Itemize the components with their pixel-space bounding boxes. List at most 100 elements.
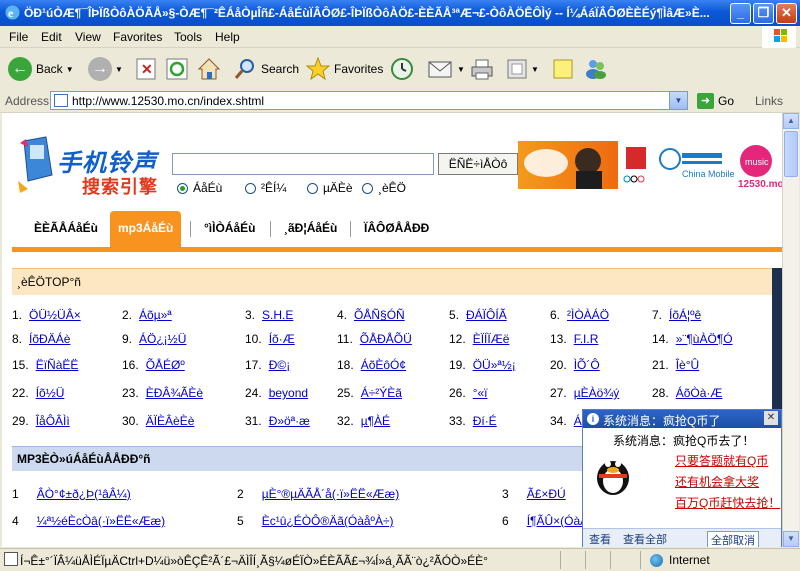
chevron-down-icon[interactable]: ▼ bbox=[115, 65, 123, 74]
singer-link[interactable]: Îè°Û bbox=[676, 358, 699, 372]
links-toolbar[interactable]: Links bbox=[755, 94, 783, 108]
popup-link-prize[interactable]: 还有机会拿大奖 bbox=[675, 473, 759, 490]
singer-link[interactable]: Íõ½Ü bbox=[36, 386, 65, 400]
chevron-down-icon[interactable]: ▼ bbox=[531, 65, 539, 74]
address-url[interactable]: http://www.12530.mo.cn/index.shtml bbox=[72, 94, 264, 108]
singer-link[interactable]: F.I.R bbox=[574, 332, 599, 346]
popup-link-grab[interactable]: 百万Q币赶快去抢！ bbox=[675, 494, 780, 511]
menu-tools[interactable]: Tools bbox=[174, 30, 202, 44]
address-input[interactable]: http://www.12530.mo.cn/index.shtml ▼ bbox=[50, 91, 688, 110]
nav-humor[interactable]: ¸ãÐ¦ÁåÉù bbox=[284, 211, 337, 247]
singer-link[interactable]: ÍõÁ¦ºê bbox=[669, 308, 701, 322]
singer-link[interactable]: ÁõÒà·Æ bbox=[676, 386, 723, 400]
refresh-button[interactable] bbox=[166, 54, 188, 84]
close-icon[interactable]: ✕ bbox=[764, 411, 778, 425]
singer-link[interactable]: ÁÖ¿¡½Ü bbox=[139, 332, 186, 346]
messenger-button[interactable] bbox=[584, 54, 608, 84]
menu-file[interactable]: File bbox=[9, 30, 28, 44]
windows-logo-icon bbox=[762, 26, 796, 48]
singer-link[interactable]: Ð»öª·æ bbox=[269, 414, 310, 428]
chevron-down-icon[interactable]: ▼ bbox=[66, 65, 74, 74]
singer-link[interactable]: Á÷²ÝÈã bbox=[361, 386, 402, 400]
scroll-up-icon[interactable]: ▲ bbox=[783, 113, 799, 129]
discuss-button[interactable] bbox=[552, 54, 574, 84]
chevron-down-icon[interactable]: ▼ bbox=[457, 65, 465, 74]
print-button[interactable] bbox=[470, 54, 494, 84]
rank-number: 30. bbox=[122, 414, 139, 428]
sponsor-banner[interactable]: music China Mobile 12530.mo.cn bbox=[518, 141, 782, 190]
singer-link[interactable]: ÖÜ»ª½¡ bbox=[473, 358, 516, 372]
singer-link[interactable]: ÄÏÈÂèÈè bbox=[146, 414, 195, 428]
singer-link[interactable]: ÈÏÍÏÆë bbox=[473, 332, 510, 346]
ringtone-link[interactable]: ÂÒ°¢±ð¿Þ(¹âÂ¼) bbox=[37, 487, 131, 501]
radio-song[interactable]: µÄÈè bbox=[307, 181, 353, 195]
popup-view-all[interactable]: 查看全部 bbox=[623, 531, 667, 547]
singer-link[interactable]: ²ÌÒÀÁÖ bbox=[567, 308, 609, 322]
rank-number: 2 bbox=[237, 487, 244, 501]
ringtone-link[interactable]: Èc¹û¿ÉÒÔ®Äã(ÓàåºÀ÷) bbox=[262, 514, 394, 528]
menu-favorites[interactable]: Favorites bbox=[113, 30, 162, 44]
menu-help[interactable]: Help bbox=[215, 30, 240, 44]
singer-link[interactable]: Ð©¡ bbox=[269, 358, 291, 372]
singer-link[interactable]: ÖÜ½ÜÂ× bbox=[29, 308, 81, 322]
singer-link[interactable]: ÐÁÏÔÍÃ bbox=[466, 308, 507, 322]
popup-view[interactable]: 查看 bbox=[589, 531, 611, 547]
home-button[interactable] bbox=[197, 54, 221, 84]
radio-ringtone[interactable]: ÁåÉù bbox=[177, 181, 222, 195]
back-button[interactable]: ← Back ▼ bbox=[8, 54, 74, 84]
singer-link[interactable]: °«ï bbox=[473, 386, 488, 400]
scroll-down-icon[interactable]: ▼ bbox=[783, 531, 799, 547]
singer-link[interactable]: S.H.E bbox=[262, 308, 293, 322]
forward-button[interactable]: → ▼ bbox=[88, 54, 123, 84]
go-button[interactable]: ➜ Go bbox=[697, 93, 734, 109]
nav-funny[interactable]: °ìÌÒÁåÉù bbox=[204, 211, 255, 247]
zone-label: Internet bbox=[669, 553, 710, 567]
mail-button[interactable]: ▼ bbox=[428, 54, 465, 84]
chevron-down-icon[interactable]: ▼ bbox=[669, 92, 687, 109]
singer-link[interactable]: ÌÕ´Ô bbox=[574, 358, 600, 372]
ringtone-link[interactable]: µÈ°®µÄÃÅ´å(·ï»ËË«Ææ) bbox=[262, 487, 400, 501]
ringtone-link[interactable]: Ã£×ÐÚ bbox=[527, 487, 566, 501]
nav-download-rank[interactable]: ÏÂÔØÅÅÐÐ bbox=[364, 211, 429, 247]
popup-cancel-all[interactable]: 全部取消 bbox=[707, 531, 759, 547]
search-button[interactable]: Search bbox=[233, 54, 299, 84]
singer-link[interactable]: ÕÅÐÅÕÜ bbox=[360, 332, 412, 346]
singer-link[interactable]: Ðí·É bbox=[473, 414, 497, 428]
close-button[interactable]: ✕ bbox=[776, 3, 797, 24]
singer-link[interactable]: ÍõÐÄÁè bbox=[29, 332, 70, 346]
ringtone-link[interactable]: ¼ª½éÈcÒâ(·ï»ËË«Ææ) bbox=[37, 514, 166, 528]
singer-link[interactable]: »¨¶ùÀÖ¶Ó bbox=[676, 332, 733, 346]
nav-hot[interactable]: ÈÈÃÅÁåÉù bbox=[34, 211, 98, 247]
singer-link[interactable]: ÕÅÉØº bbox=[146, 358, 185, 372]
singer-link[interactable]: Áõµ»ª bbox=[139, 308, 172, 322]
history-button[interactable] bbox=[390, 54, 414, 84]
vertical-scrollbar[interactable]: ▲ ▼ bbox=[782, 113, 799, 547]
singer-link[interactable]: beyond bbox=[269, 386, 308, 400]
menu-edit[interactable]: Edit bbox=[41, 30, 62, 44]
scroll-thumb[interactable] bbox=[784, 131, 798, 177]
singer-link[interactable]: µ¶ÀÉ bbox=[361, 414, 390, 428]
singer-link[interactable]: ÈÐÂ¾ÃÈè bbox=[146, 386, 203, 400]
ringtone-link[interactable]: Í¶ÃÛ×(ÓàÅ bbox=[527, 514, 588, 528]
radio-picture[interactable]: ²ÊÍ¼ bbox=[245, 181, 286, 195]
stop-button[interactable]: ✕ bbox=[136, 54, 156, 84]
singer-link[interactable]: ÕÅÑ§ÓÑ bbox=[354, 308, 405, 322]
ringtone-search-button[interactable]: ËÑË÷ìÅÒô bbox=[438, 153, 518, 175]
nav-mp3[interactable]: mp3ÁåÉù bbox=[110, 211, 182, 247]
ringtone-search-input[interactable] bbox=[172, 153, 434, 175]
minimize-button[interactable]: _ bbox=[730, 3, 751, 24]
singer-link[interactable]: ÎåÔÂÌì bbox=[36, 414, 70, 428]
singer-link[interactable]: ÁõÈôÓ¢ bbox=[361, 358, 406, 372]
radio-singer[interactable]: ¸èÊÖ bbox=[362, 181, 406, 195]
maximize-button[interactable]: ❐ bbox=[753, 3, 774, 24]
popup-link-quiz[interactable]: 只要答题就有Q币 bbox=[675, 452, 768, 469]
radio-checked-icon bbox=[177, 182, 188, 194]
singer-link[interactable]: Íõ·Æ bbox=[269, 332, 295, 346]
favorites-button[interactable]: Favorites bbox=[306, 54, 383, 84]
singer-link[interactable]: ËïÑàËË bbox=[36, 358, 79, 372]
menu-view[interactable]: View bbox=[75, 30, 101, 44]
nav-divider bbox=[190, 221, 191, 237]
singer-link[interactable]: µÈÀö¾ý bbox=[574, 386, 620, 400]
edit-button[interactable]: ▼ bbox=[506, 54, 539, 84]
window-titlebar[interactable]: e ÖÐ¹úÒÆ¶¯ÎÞÏßÒôÀÖÃÅ»§-ÒÆ¶¯²ÊÁåÒµÎñ£-ÁåÉ… bbox=[0, 0, 800, 26]
